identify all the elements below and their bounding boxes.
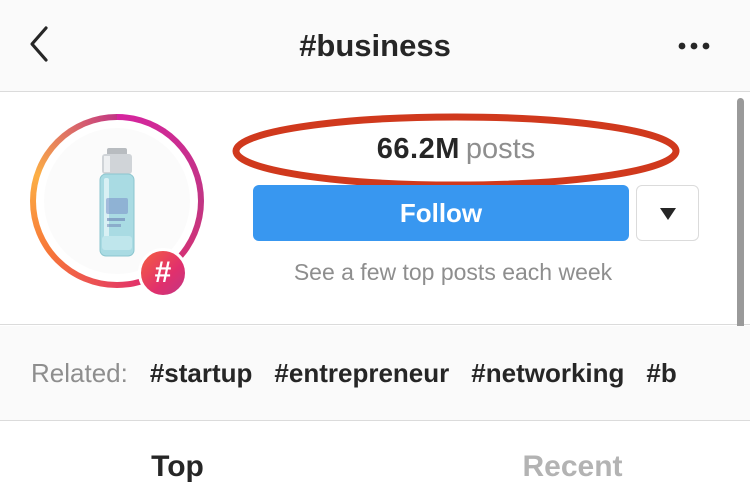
- related-hashtags: Related: #startup #entrepreneur #networking…: [0, 326, 750, 421]
- scrollbar[interactable]: [737, 98, 744, 342]
- post-count-label: posts: [465, 133, 536, 165]
- follow-options-dropdown[interactable]: [636, 185, 699, 241]
- hashtag-avatar[interactable]: #: [30, 114, 204, 298]
- follow-hint-text: See a few top posts each week: [293, 259, 613, 285]
- related-tag[interactable]: #networking: [471, 358, 624, 388]
- related-tag[interactable]: #entrepreneur: [274, 358, 449, 388]
- post-count-value: 66.2M: [376, 133, 460, 165]
- more-horizontal-icon: [678, 42, 710, 50]
- more-options-button[interactable]: [672, 32, 722, 60]
- related-tag[interactable]: #startup: [150, 358, 253, 388]
- related-tag[interactable]: #b: [646, 358, 676, 388]
- page-title: #business: [299, 28, 451, 63]
- tab-top[interactable]: Top: [0, 422, 375, 501]
- follow-button[interactable]: Follow: [253, 185, 629, 241]
- post-count-stat: 66.2M posts: [232, 113, 680, 189]
- hashtag-header: # 66.2M posts Follow See a few top posts …: [0, 93, 750, 325]
- tab-recent[interactable]: Recent: [375, 422, 750, 501]
- hashtag-badge-icon: #: [138, 248, 188, 298]
- feed-tabs: Top Recent: [0, 422, 750, 501]
- triangle-down-icon: [660, 208, 676, 220]
- navigation-bar: #business: [0, 0, 750, 92]
- related-label: Related:: [31, 358, 128, 388]
